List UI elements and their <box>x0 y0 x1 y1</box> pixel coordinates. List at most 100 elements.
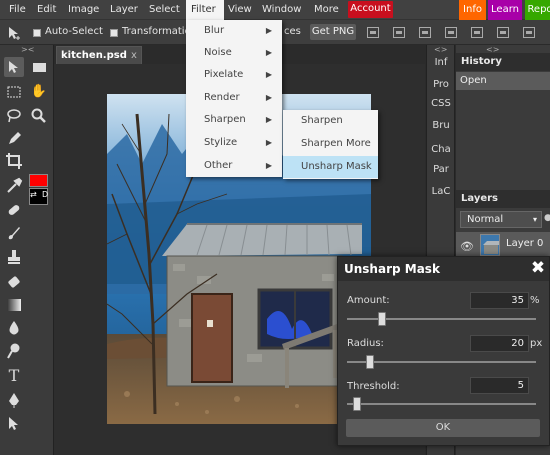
lasso-tool-icon[interactable] <box>4 106 24 126</box>
radius-slider-handle[interactable] <box>366 355 374 369</box>
hand-tool-icon[interactable]: ✋ <box>29 82 49 102</box>
threshold-label: Threshold: <box>347 381 400 392</box>
document-tab[interactable]: kitchen.psd x <box>56 46 142 64</box>
submenu-arrow-icon: ▶ <box>265 138 272 147</box>
menu-layer[interactable]: Layer <box>110 0 138 20</box>
radius-slider-track[interactable] <box>347 361 536 363</box>
path-select-icon[interactable] <box>4 414 24 434</box>
filter-stylize-label: Stylize <box>204 137 238 148</box>
menu-select[interactable]: Select <box>149 0 180 20</box>
filter-sharpen-item[interactable]: Sharpen ▶ <box>186 109 282 131</box>
amount-unit: % <box>530 295 540 306</box>
move-tool-icon[interactable] <box>4 57 24 77</box>
transformation-checkbox[interactable] <box>110 29 118 37</box>
info-button[interactable]: Info <box>459 0 486 20</box>
filter-stylize-item[interactable]: Stylize ▶ <box>186 132 282 154</box>
visibility-eye-icon[interactable]: 👁 <box>460 240 474 253</box>
threshold-slider-handle[interactable] <box>353 397 361 411</box>
menu-more[interactable]: More <box>314 0 339 20</box>
auto-select-checkbox[interactable] <box>33 29 41 37</box>
learn-button[interactable]: Learn <box>488 0 522 20</box>
dialog-title-bar[interactable]: Unsharp Mask ✖ <box>338 257 549 281</box>
history-header: History <box>456 53 550 71</box>
submenu-arrow-icon: ▶ <box>265 161 272 170</box>
text-tool-icon[interactable]: T <box>4 366 24 386</box>
filter-blur-label: Blur <box>204 25 225 36</box>
info-panel-button[interactable]: Inf <box>427 52 455 74</box>
account-button[interactable]: Account <box>348 1 393 18</box>
ok-button[interactable]: OK <box>346 419 540 437</box>
threshold-slider-track[interactable] <box>347 403 536 405</box>
align-bottom-icon[interactable] <box>497 27 509 38</box>
filter-other-label: Other <box>204 160 233 171</box>
amount-slider-handle[interactable] <box>378 312 386 326</box>
amount-input[interactable]: 35 <box>470 292 529 309</box>
zoom-tool-icon[interactable] <box>29 106 49 126</box>
align-left-icon[interactable] <box>367 27 379 38</box>
threshold-input[interactable]: 5 <box>470 377 529 394</box>
sharpen-submenu: Sharpen Sharpen More Unsharp Mask <box>283 110 378 179</box>
sharpen-item[interactable]: Sharpen <box>283 110 378 132</box>
unsharp-mask-item[interactable]: Unsharp Mask <box>283 156 378 178</box>
close-icon[interactable]: ✖ <box>528 258 548 278</box>
crop-tool-icon[interactable] <box>4 151 24 171</box>
marquee-select-icon[interactable] <box>4 82 24 102</box>
submenu-arrow-icon: ▶ <box>265 26 272 35</box>
brush-tool-icon[interactable] <box>4 223 24 243</box>
history-item[interactable]: Open <box>456 72 550 90</box>
radius-label: Radius: <box>347 338 384 349</box>
filter-pixelate-label: Pixelate <box>204 69 244 80</box>
unsharp-mask-dialog: Unsharp Mask ✖ Amount: 35 % Radius: 20 p… <box>337 256 550 446</box>
dodge-tool-icon[interactable] <box>4 341 24 361</box>
brushes-panel-button[interactable]: Bru <box>427 115 455 137</box>
align-middle-icon[interactable] <box>471 27 483 38</box>
align-right-icon[interactable] <box>419 27 431 38</box>
menu-file[interactable]: File <box>9 0 26 20</box>
filter-blur-item[interactable]: Blur ▶ <box>186 20 282 42</box>
gradient-tool-icon[interactable] <box>4 295 24 315</box>
distribute-icon[interactable] <box>523 27 535 38</box>
layer-comps-panel-button[interactable]: LaC <box>427 181 455 203</box>
filter-menu: Blur ▶ Noise ▶ Pixelate ▶ Render ▶ Sharpen ▶ … <box>186 20 282 177</box>
default-colors-icon[interactable]: D <box>42 190 48 199</box>
pencil-tool-icon[interactable] <box>4 129 24 149</box>
filter-render-item[interactable]: Render ▶ <box>186 87 282 109</box>
layer-thumbnail <box>480 234 500 256</box>
submenu-arrow-icon: ▶ <box>265 93 272 102</box>
css-panel-button[interactable]: CSS <box>427 93 455 115</box>
sharpen-more-item[interactable]: Sharpen More <box>283 133 378 155</box>
filter-pixelate-item[interactable]: Pixelate ▶ <box>186 64 282 86</box>
radius-input[interactable]: 20 <box>470 335 529 352</box>
eyedropper-tool-icon[interactable] <box>4 176 24 196</box>
move-tool-icon <box>9 27 20 40</box>
healing-tool-icon[interactable] <box>4 200 24 220</box>
blur-tool-icon[interactable] <box>4 318 24 338</box>
character-panel-button[interactable]: Cha <box>427 139 455 161</box>
layer-name: Layer 0 <box>506 238 544 249</box>
align-center-icon[interactable] <box>393 27 405 38</box>
amount-slider-track[interactable] <box>347 318 536 320</box>
get-png-button[interactable]: Get PNG <box>310 24 356 40</box>
filter-other-item[interactable]: Other ▶ <box>186 155 282 177</box>
opacity-dot-icon[interactable]: ● <box>544 213 550 223</box>
repo-button[interactable]: Repo <box>525 0 550 20</box>
layer-row[interactable]: 👁 Layer 0 <box>456 232 550 258</box>
blend-mode-select[interactable]: Normal ▾ <box>460 211 542 228</box>
filter-noise-item[interactable]: Noise ▶ <box>186 42 282 64</box>
submenu-arrow-icon: ▶ <box>265 70 272 79</box>
pen-tool-icon[interactable] <box>4 390 24 410</box>
align-top-icon[interactable] <box>445 27 457 38</box>
menu-view[interactable]: View <box>228 0 252 20</box>
paragraph-panel-button[interactable]: Par <box>427 159 455 181</box>
collapse-icon[interactable]: >< <box>21 45 34 54</box>
close-tab-icon[interactable]: x <box>131 50 137 61</box>
menu-window[interactable]: Window <box>262 0 301 20</box>
eraser-tool-icon[interactable] <box>4 272 24 292</box>
menu-filter[interactable]: Filter <box>186 0 224 20</box>
menu-edit[interactable]: Edit <box>37 0 56 20</box>
swap-colors-icon[interactable]: ⇄ <box>30 190 37 199</box>
foreground-color-swatch[interactable] <box>29 174 48 187</box>
marquee-tool-icon[interactable] <box>29 57 49 77</box>
menu-image[interactable]: Image <box>68 0 99 20</box>
clone-stamp-icon[interactable] <box>4 247 24 267</box>
